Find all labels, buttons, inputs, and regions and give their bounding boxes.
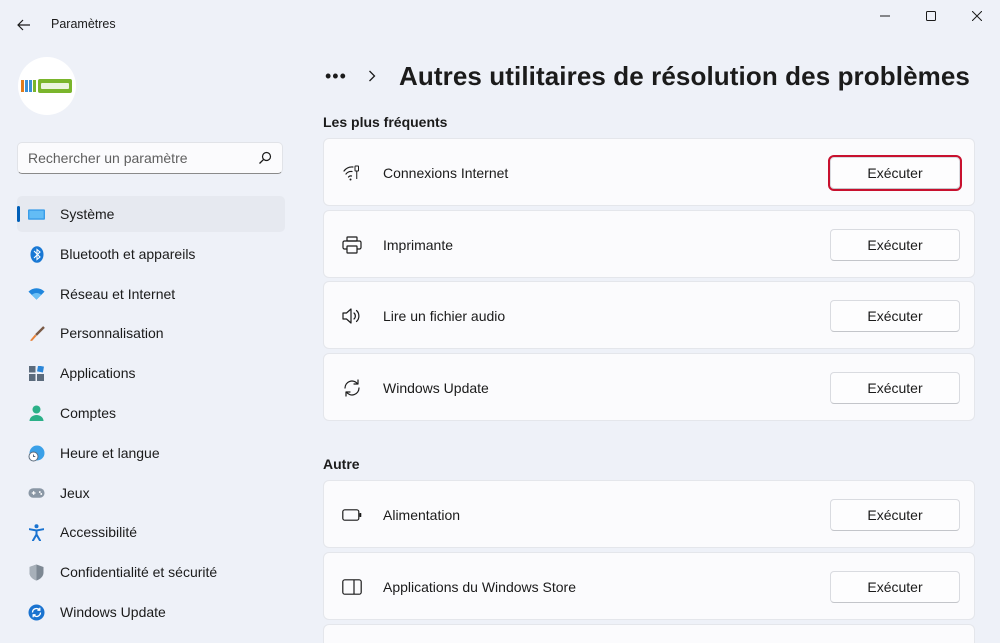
- sidebar-item-applications[interactable]: Applications: [17, 355, 285, 391]
- gamepad-icon: [28, 485, 45, 502]
- sidebar-item-label: Jeux: [60, 484, 90, 501]
- chevron-right-icon: [357, 70, 387, 82]
- troubleshooter-label: Lire un fichier audio: [383, 308, 506, 324]
- arrow-left-icon: [17, 19, 30, 31]
- store-apps-icon: [342, 577, 362, 597]
- printer-icon: [342, 235, 362, 255]
- troubleshooter-label: Alimentation: [383, 507, 461, 523]
- sidebar-item-label: Comptes: [60, 404, 117, 421]
- sidebar-item-bluetooth[interactable]: Bluetooth et appareils: [17, 236, 285, 272]
- sync-icon: [342, 378, 362, 398]
- troubleshooter-card-store-apps: Applications du Windows Store Exécuter: [323, 552, 975, 620]
- sidebar-item-label: Applications: [60, 365, 136, 382]
- speaker-icon: [342, 306, 362, 326]
- wifi-icon: [28, 286, 45, 303]
- accessibility-icon: [28, 524, 45, 542]
- back-button[interactable]: [10, 12, 38, 38]
- maximize-button[interactable]: [908, 0, 954, 32]
- troubleshooter-card-internet: Connexions Internet Exécuter: [323, 138, 975, 206]
- run-button-printer[interactable]: Exécuter: [830, 229, 960, 261]
- sidebar-item-label: Système: [60, 206, 115, 222]
- search-input[interactable]: [28, 143, 248, 173]
- breadcrumb: ••• Autres utilitaires de résolution des…: [325, 58, 970, 94]
- sidebar-item-jeux[interactable]: Jeux: [17, 475, 285, 511]
- run-button-power[interactable]: Exécuter: [830, 499, 960, 531]
- troubleshooter-label: Imprimante: [383, 237, 454, 253]
- system-icon: [28, 206, 45, 223]
- troubleshooter-label: Windows Update: [383, 380, 489, 396]
- sidebar-item-label: Confidentialité et sécurité: [60, 564, 218, 581]
- minimize-button[interactable]: [862, 0, 908, 32]
- troubleshooter-card-printer: Imprimante Exécuter: [323, 210, 975, 278]
- close-icon: [972, 11, 982, 21]
- sidebar-item-windows-update[interactable]: Windows Update: [17, 594, 285, 630]
- sidebar-item-systeme[interactable]: Système: [17, 196, 285, 232]
- sidebar-item-comptes[interactable]: Comptes: [17, 395, 285, 431]
- avatar[interactable]: [18, 57, 76, 115]
- update-icon: [28, 604, 45, 621]
- shield-icon: [28, 564, 45, 581]
- search-box[interactable]: [17, 142, 283, 174]
- run-button-windows-update[interactable]: Exécuter: [830, 372, 960, 404]
- sidebar-item-confidentialite[interactable]: Confidentialité et sécurité: [17, 554, 285, 590]
- app-title: Paramètres: [51, 17, 116, 31]
- troubleshooter-card-audio: Lire un fichier audio Exécuter: [323, 281, 975, 349]
- troubleshooter-label: Connexions Internet: [383, 165, 509, 181]
- run-button-internet[interactable]: Exécuter: [828, 155, 962, 191]
- close-button[interactable]: [954, 0, 1000, 32]
- site-logo-icon: [21, 79, 72, 93]
- brush-icon: [28, 325, 45, 342]
- account-icon: [28, 405, 45, 422]
- title-bar: Paramètres: [0, 0, 1000, 48]
- troubleshooter-card-windows-update: Windows Update Exécuter: [323, 353, 975, 421]
- sidebar-item-label: Heure et langue: [60, 444, 160, 461]
- page-title: Autres utilitaires de résolution des pro…: [399, 60, 970, 91]
- sidebar-item-label: Accessibilité: [60, 524, 138, 541]
- run-button-store-apps[interactable]: Exécuter: [830, 571, 960, 603]
- minimize-icon: [880, 15, 890, 17]
- run-button-audio[interactable]: Exécuter: [830, 300, 960, 332]
- troubleshooter-label: Applications du Windows Store: [383, 579, 576, 595]
- troubleshooter-card-partial: [323, 624, 975, 643]
- sidebar-item-personnalisation[interactable]: Personnalisation: [17, 315, 285, 351]
- apps-icon: [28, 365, 45, 382]
- breadcrumb-more-button[interactable]: •••: [325, 66, 357, 87]
- bluetooth-icon: [28, 245, 45, 263]
- section-title-other: Autre: [323, 456, 360, 472]
- battery-icon: [342, 505, 362, 525]
- search-icon[interactable]: [258, 151, 272, 165]
- sidebar-item-accessibilite[interactable]: Accessibilité: [17, 514, 285, 550]
- clock-globe-icon: [28, 445, 45, 462]
- sidebar-item-heure-langue[interactable]: Heure et langue: [17, 435, 285, 471]
- section-title-frequent: Les plus fréquents: [323, 114, 448, 130]
- sidebar-nav: Système Bluetooth et appareils Réseau et…: [17, 196, 285, 634]
- sidebar-item-label: Bluetooth et appareils: [60, 245, 196, 262]
- sidebar-item-label: Windows Update: [60, 603, 166, 620]
- troubleshooter-card-power: Alimentation Exécuter: [323, 480, 975, 548]
- maximize-icon: [926, 11, 936, 21]
- active-indicator: [17, 206, 20, 222]
- wifi-signal-icon: [342, 163, 362, 183]
- sidebar-item-label: Réseau et Internet: [60, 285, 176, 302]
- sidebar-item-label: Personnalisation: [60, 325, 164, 342]
- sidebar-item-reseau[interactable]: Réseau et Internet: [17, 276, 285, 312]
